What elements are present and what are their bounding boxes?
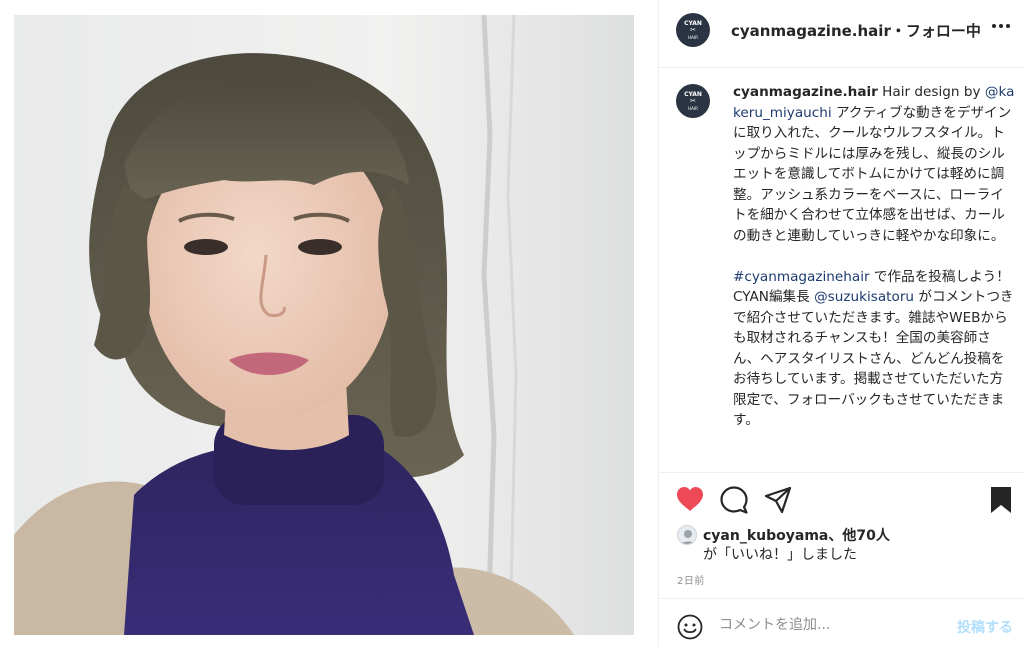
post-comment-button[interactable]: 投稿する bbox=[957, 617, 1013, 637]
hashtag-link[interactable]: #cyanmagazinehair bbox=[733, 269, 870, 285]
post-photo[interactable] bbox=[14, 15, 634, 635]
header-separator: ・ bbox=[890, 22, 906, 40]
likes-suffix: が「いいね！」しました bbox=[703, 547, 857, 563]
likes-others-link[interactable]: 、他70人 bbox=[828, 528, 889, 544]
action-bar: cyan_kuboyama、他70人 が「いいね！」しました 2日前 bbox=[659, 472, 1024, 587]
comment-icon[interactable] bbox=[719, 485, 749, 515]
scissors-icon: ✂ bbox=[690, 25, 696, 34]
caption-username[interactable]: cyanmagazine.hair bbox=[733, 84, 878, 100]
caption-area: CYAN ✂ HAIR cyanmagazine.hair Hair desig… bbox=[659, 68, 1024, 472]
portrait-image bbox=[14, 15, 634, 635]
avatar-subtext: HAIR bbox=[688, 105, 698, 111]
editor-mention-link[interactable]: @suzukisatoru bbox=[814, 289, 914, 305]
avatar[interactable]: CYAN ✂ HAIR bbox=[676, 13, 710, 47]
more-horizontal-icon[interactable] bbox=[990, 14, 1012, 39]
username-link[interactable]: cyanmagazine.hair bbox=[731, 22, 891, 40]
caption-paragraph-2: #cyanmagazinehair で作品を投稿しよう！CYAN編集長 @suz… bbox=[733, 267, 1015, 431]
scissors-icon: ✂ bbox=[690, 96, 696, 105]
caption-paragraph-1: cyanmagazine.hair Hair design by @kakeru… bbox=[733, 82, 1015, 246]
liker-avatar[interactable] bbox=[677, 525, 697, 545]
photo-area bbox=[0, 0, 658, 647]
avatar-subtext: HAIR bbox=[688, 34, 698, 40]
heart-icon[interactable] bbox=[675, 485, 705, 513]
liker-username-link[interactable]: cyan_kuboyama bbox=[703, 528, 828, 544]
caption-intro: Hair design by bbox=[877, 84, 985, 100]
post-timestamp[interactable]: 2日前 bbox=[677, 572, 705, 587]
comment-input[interactable] bbox=[719, 611, 939, 639]
post-side-panel: CYAN ✂ HAIR cyanmagazine.hair・フォロー中 CYAN… bbox=[658, 0, 1024, 647]
smiley-icon[interactable] bbox=[677, 614, 703, 640]
likes-summary: cyan_kuboyama、他70人 bbox=[703, 525, 890, 545]
comment-bar: 投稿する bbox=[659, 598, 1024, 647]
caption-avatar[interactable]: CYAN ✂ HAIR bbox=[676, 84, 710, 118]
post-header: CYAN ✂ HAIR cyanmagazine.hair・フォロー中 bbox=[659, 0, 1024, 68]
post-caption: cyanmagazine.hair Hair design by @kakeru… bbox=[733, 82, 1015, 431]
caption-body-1: アクティブな動きをデザインに取り入れた、クールなウルフスタイル。トップからミドル… bbox=[733, 104, 1012, 244]
caption-body-2b: がコメントつきで紹介させていただきます。雑誌やWEBからも取材されるチャンスも！… bbox=[733, 289, 1014, 428]
bookmark-icon[interactable] bbox=[989, 485, 1013, 515]
follow-button[interactable]: フォロー中 bbox=[906, 22, 981, 40]
share-icon[interactable] bbox=[763, 485, 793, 515]
header-title: cyanmagazine.hair・フォロー中 bbox=[731, 20, 981, 41]
